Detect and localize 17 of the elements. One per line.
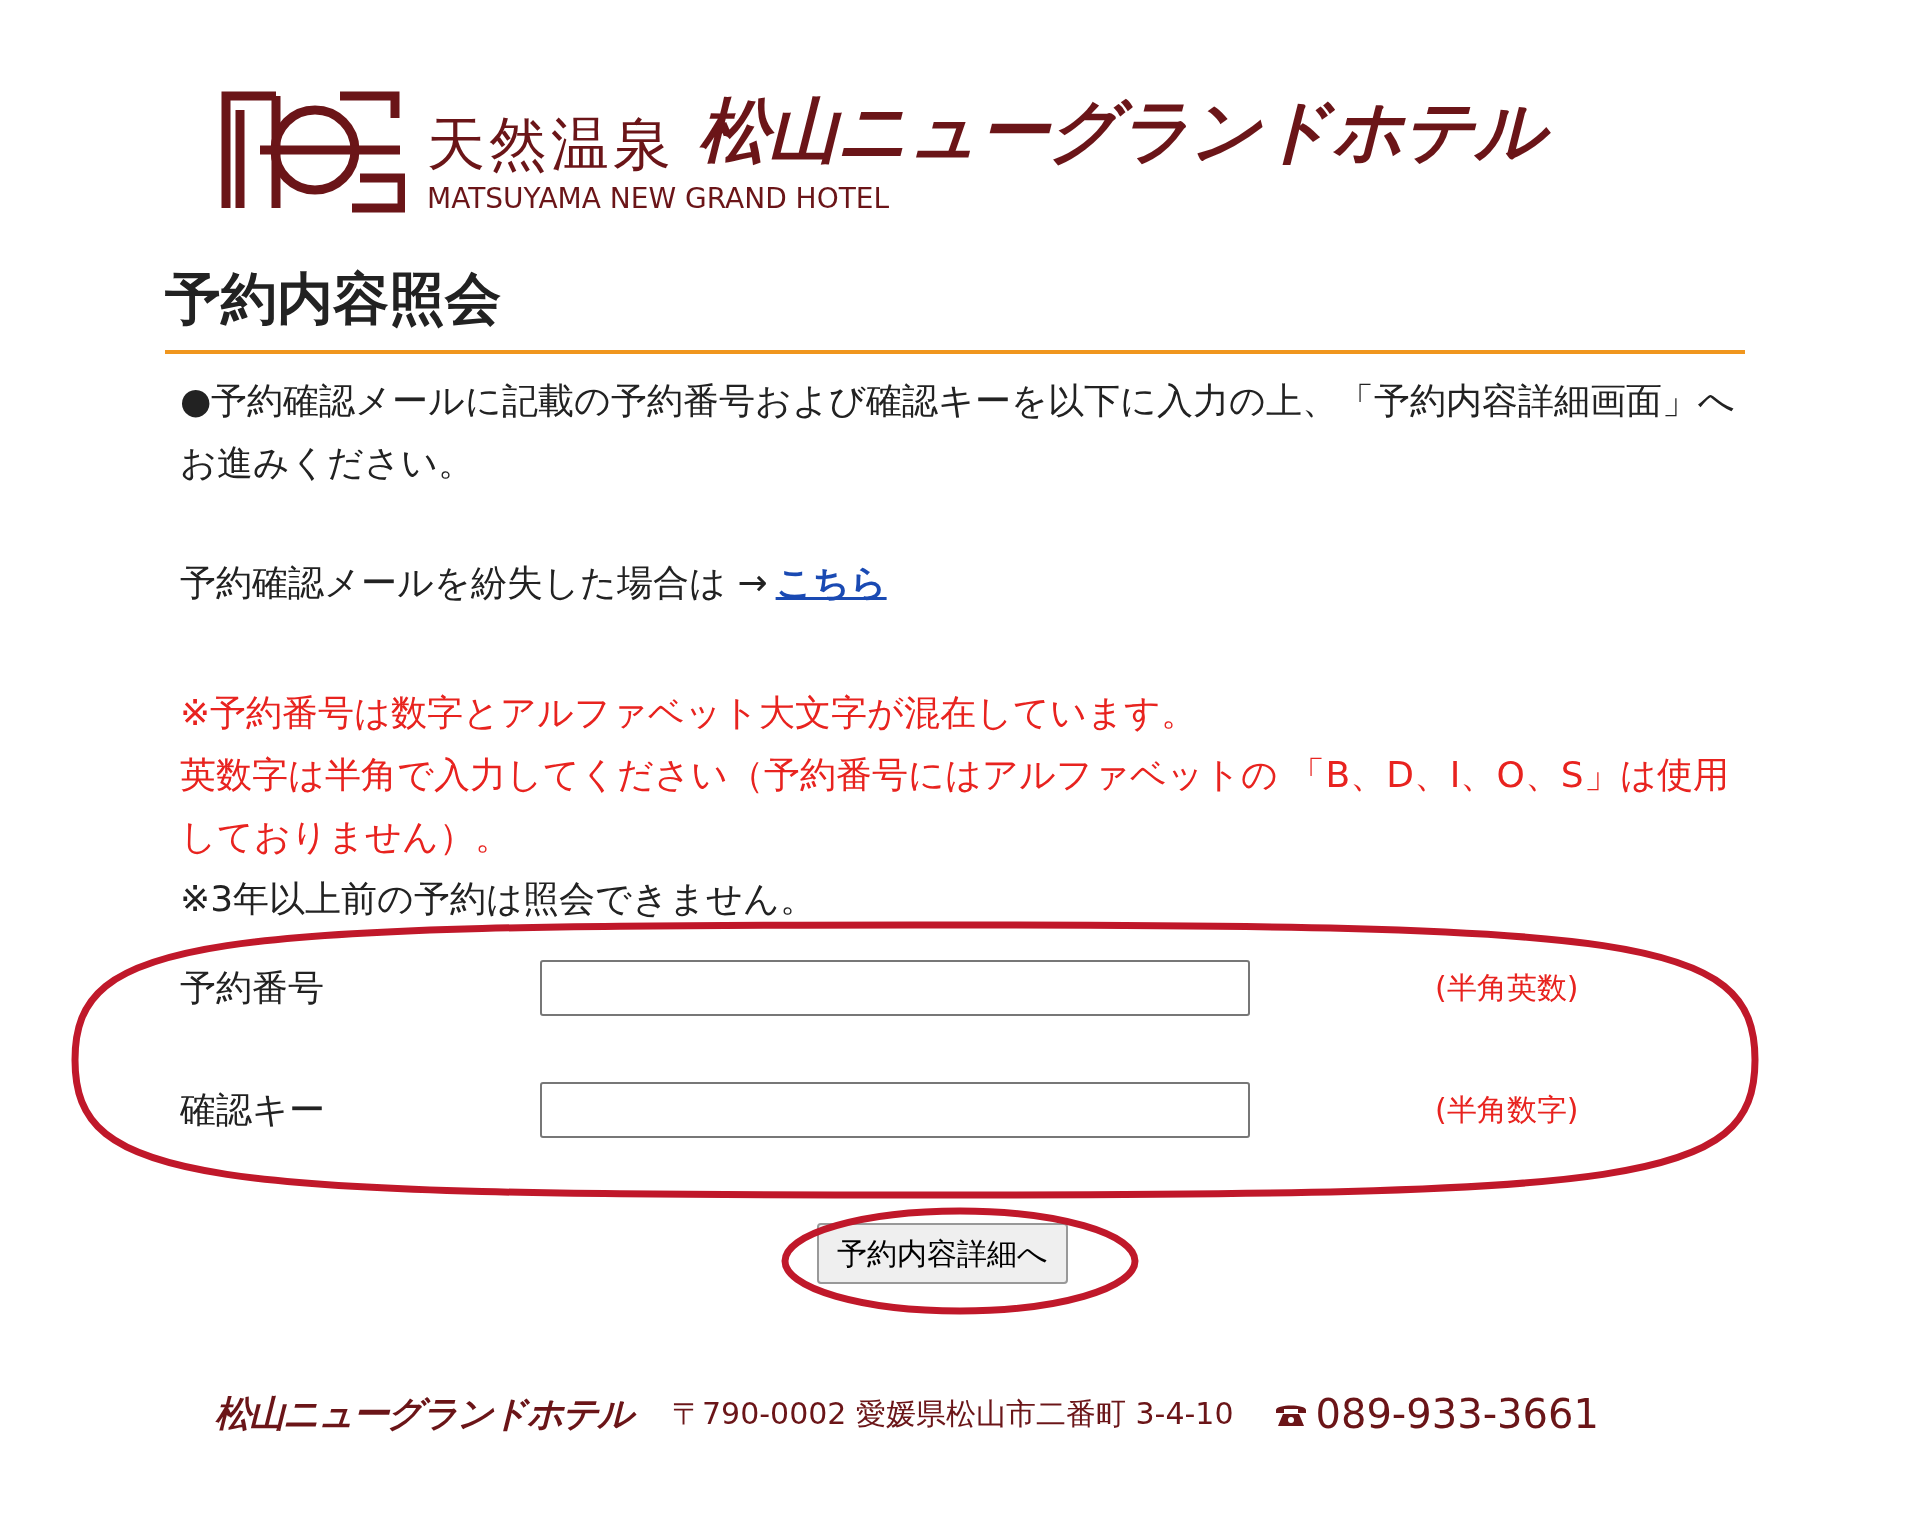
warning-note: 英数字は半角で入力してください（予約番号にはアルファベットの 「B、D、I、O、S」は使用しておりません）。 <box>180 752 1730 859</box>
field-hint: (半角数字) <box>1435 1091 1579 1130</box>
note-text: ※3年以上前の予約は照会できません。 <box>180 876 818 921</box>
logo-name: 松山ニューグランドホテル <box>699 88 1559 173</box>
page-heading: 予約内容照会 <box>165 265 1745 355</box>
footer-address: 〒790-0002 愛媛県松山市二番町 3-4-10 <box>672 1395 1234 1434</box>
logo-english-name: MATSUYAMA NEW GRAND HOTEL <box>427 184 891 213</box>
field-hint: (半角英数) <box>1435 969 1579 1008</box>
warning-note: ※予約番号は数字とアルファベット大文字が混在しています。 <box>180 690 1199 735</box>
field-label: 予約番号 <box>180 966 324 1008</box>
submit-button[interactable]: 予約内容詳細へ <box>817 1222 1068 1284</box>
intro-text: ●予約確認メールに記載の予約番号および確認キーを以下に入力の上、「予約内容詳細画面」へお進みください。 <box>180 379 1737 486</box>
lost-mail-text: 予約確認メールを紛失した場合は → <box>180 561 768 605</box>
logo-tagline: 天然温泉 <box>427 114 675 173</box>
field-label: 確認キー <box>180 1088 325 1130</box>
here-link[interactable]: こちら <box>775 552 887 614</box>
footer-phone: 089-933-3661 <box>1315 1389 1599 1439</box>
